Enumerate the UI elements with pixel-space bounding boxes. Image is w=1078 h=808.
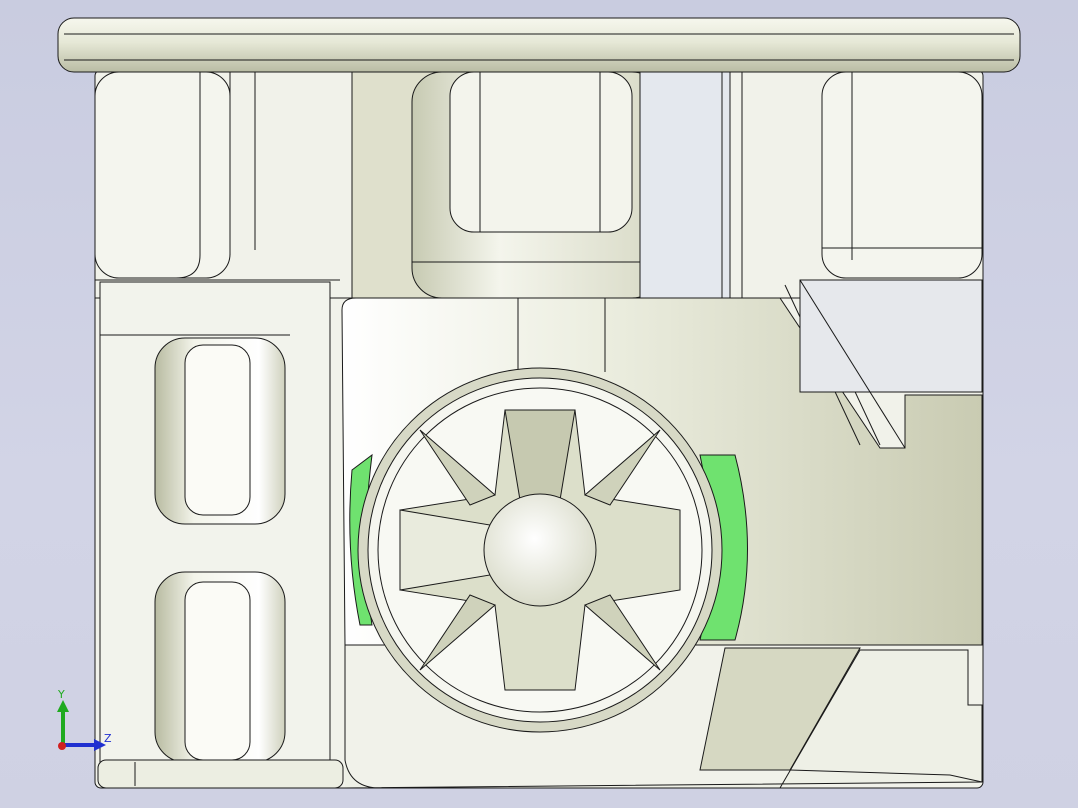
face-blue <box>639 71 731 299</box>
hub <box>483 493 597 607</box>
gear-wheel <box>357 367 723 733</box>
cad-3d-viewport[interactable]: Y Z <box>0 0 1078 808</box>
y-axis-label: Y <box>57 688 65 701</box>
z-axis-label: Z <box>104 732 112 745</box>
top-flange <box>57 17 1021 73</box>
pocket-upper-right <box>821 71 983 279</box>
pocket-upper-left <box>94 71 231 279</box>
